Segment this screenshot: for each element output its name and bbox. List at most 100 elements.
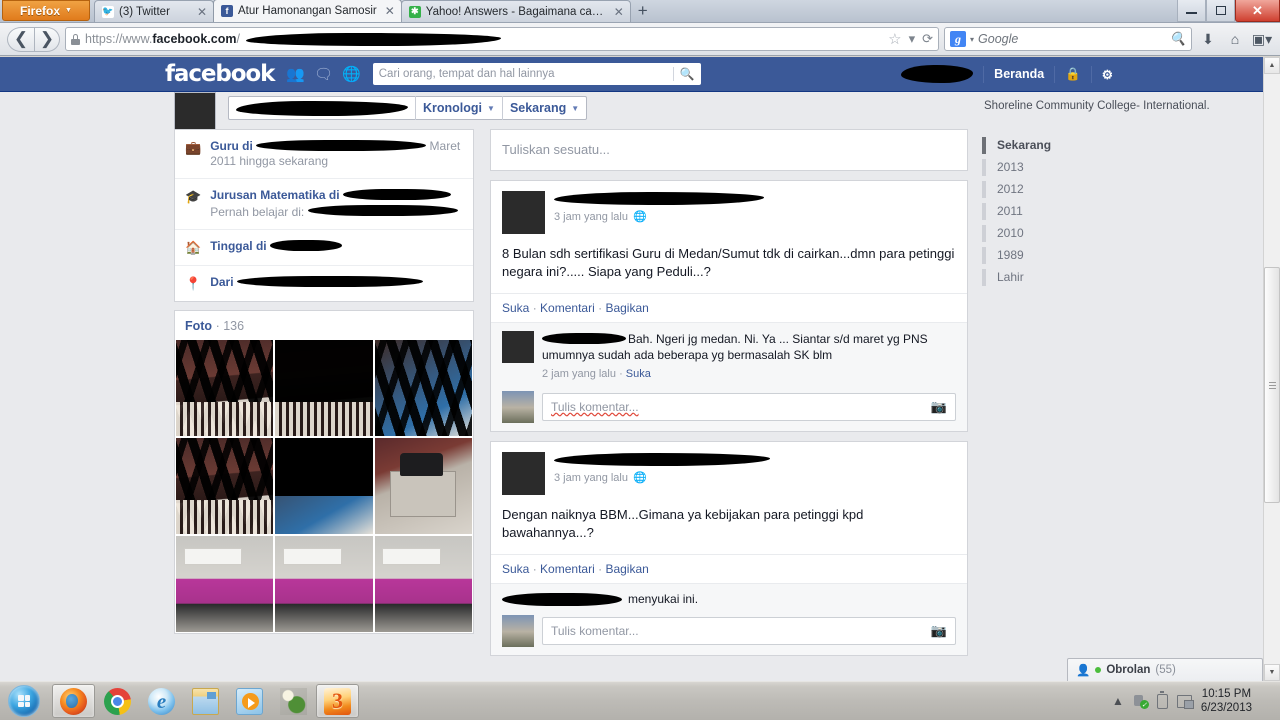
photos-header[interactable]: Foto · 136 xyxy=(175,311,473,340)
taskbar-item-firefox[interactable] xyxy=(52,684,95,718)
info-row-from[interactable]: 📍 Dari xyxy=(175,266,473,301)
comment-like-link[interactable]: Suka xyxy=(626,368,651,380)
photo-thumbnail[interactable] xyxy=(275,536,373,632)
page-scrollbar[interactable]: ▲ ▼ xyxy=(1263,57,1280,681)
redacted-liker-name[interactable] xyxy=(502,592,622,606)
redacted-author-name[interactable] xyxy=(554,453,770,466)
post-composer[interactable]: Tuliskan sesuatu... xyxy=(490,129,968,171)
year-item-2012[interactable]: 2012 xyxy=(978,178,1263,200)
info-row-lives-in[interactable]: 🏠 Tinggal di xyxy=(175,230,473,266)
restore-button[interactable] xyxy=(1206,0,1235,22)
reload-icon[interactable]: ⟳ xyxy=(922,31,933,47)
scroll-down-button[interactable]: ▼ xyxy=(1264,664,1280,681)
firefox-menu-button[interactable]: Firefox ▼ xyxy=(2,0,90,21)
start-button[interactable] xyxy=(2,683,46,719)
taskbar-item-flower-app[interactable] xyxy=(272,684,315,718)
browser-tab-facebook[interactable]: f Atur Hamonangan Samosir ✕ xyxy=(213,0,402,22)
photo-thumbnail[interactable] xyxy=(275,438,373,534)
search-icon[interactable]: 🔍 xyxy=(1170,31,1186,47)
close-icon[interactable]: ✕ xyxy=(611,5,624,19)
bookmark-star-icon[interactable]: ☆ xyxy=(888,30,901,48)
display-icon[interactable] xyxy=(1176,694,1194,709)
show-hidden-icons-icon[interactable]: ▲ xyxy=(1112,694,1124,708)
notifications-icon[interactable]: 🌐 xyxy=(342,65,361,83)
year-item-2010[interactable]: 2010 xyxy=(978,222,1263,244)
gear-icon[interactable]: ⚙ xyxy=(1102,67,1113,82)
facebook-search-input[interactable]: Cari orang, tempat dan hal lainnya 🔍 xyxy=(372,63,701,85)
home-icon[interactable]: ⌂ xyxy=(1224,31,1246,47)
camera-icon[interactable]: 📷 xyxy=(931,399,947,415)
scrollbar-thumb[interactable] xyxy=(1264,267,1280,503)
avatar[interactable] xyxy=(502,452,545,495)
browser-tab-twitter[interactable]: 🐦 (3) Twitter ✕ xyxy=(94,0,214,22)
taskbar-item-three-app[interactable] xyxy=(316,684,359,718)
close-window-button[interactable]: ✕ xyxy=(1235,0,1280,22)
info-row-education[interactable]: 🎓 Jurusan Matematika di Pernah belajar d… xyxy=(175,179,473,230)
taskbar-item-internet-explorer[interactable] xyxy=(140,684,183,718)
google-icon[interactable]: g xyxy=(950,31,966,47)
facebook-logo[interactable]: facebook xyxy=(165,61,275,87)
redacted-profile-name[interactable] xyxy=(236,100,408,116)
photo-thumbnail[interactable] xyxy=(176,340,274,436)
year-item-2011[interactable]: 2011 xyxy=(978,200,1263,222)
new-tab-button[interactable]: + xyxy=(630,1,656,22)
comment-link[interactable]: Komentari xyxy=(540,562,595,576)
address-bar[interactable]: https://www.facebook.com/ ☆ ▾ ⟳ xyxy=(65,27,939,51)
downloads-icon[interactable]: ⬇ xyxy=(1197,31,1219,48)
photo-thumbnail[interactable] xyxy=(275,340,373,436)
avatar[interactable] xyxy=(502,331,534,363)
year-item-sekarang[interactable]: Sekarang xyxy=(978,134,1263,156)
photo-thumbnail[interactable] xyxy=(176,536,274,632)
redacted-user-name[interactable] xyxy=(901,65,974,83)
bookmarks-icon[interactable]: ▣▾ xyxy=(1251,31,1273,48)
back-button[interactable]: ❮ xyxy=(7,26,35,52)
chevron-down-icon[interactable]: ▾ xyxy=(970,35,974,44)
timeline-dropdown[interactable]: Kronologi ▼ xyxy=(415,96,502,120)
privacy-lock-icon[interactable]: 🔒 xyxy=(1065,67,1081,82)
like-link[interactable]: Suka xyxy=(502,301,529,315)
redacted-commenter-name[interactable] xyxy=(542,333,626,344)
now-dropdown[interactable]: Sekarang ▼ xyxy=(501,96,586,120)
home-link[interactable]: Beranda xyxy=(994,67,1044,81)
profile-avatar[interactable] xyxy=(174,92,216,134)
year-item-1989[interactable]: 1989 xyxy=(978,244,1263,266)
taskbar-item-file-explorer[interactable] xyxy=(184,684,227,718)
like-link[interactable]: Suka xyxy=(502,562,529,576)
photo-thumbnail[interactable] xyxy=(374,340,472,436)
chat-count: (55) xyxy=(1155,664,1176,676)
share-link[interactable]: Bagikan xyxy=(605,562,648,576)
redacted-author-name[interactable] xyxy=(554,192,764,205)
firefox-icon xyxy=(60,687,87,715)
photo-thumbnail[interactable] xyxy=(374,438,472,534)
browser-tab-yahoo[interactable]: ✱ Yahoo! Answers - Bagaimana cara m... ✕ xyxy=(400,0,631,22)
camera-icon[interactable]: 📷 xyxy=(931,623,947,639)
friend-requests-icon[interactable]: 👥 xyxy=(286,65,305,83)
comment-input[interactable]: Tulis komentar... 📷 xyxy=(542,393,956,421)
clock[interactable]: 10:15 PM 6/23/2013 xyxy=(1201,687,1256,715)
public-globe-icon: 🌐 xyxy=(633,211,647,223)
search-icon[interactable]: 🔍 xyxy=(672,67,695,81)
forward-button[interactable]: ❯ xyxy=(34,26,60,52)
taskbar-item-chrome[interactable] xyxy=(96,684,139,718)
share-link[interactable]: Bagikan xyxy=(605,301,648,315)
messages-icon[interactable]: 🗨 xyxy=(314,65,333,83)
chat-bar[interactable]: 👤 Obrolan (55) xyxy=(1067,658,1263,681)
comment-input[interactable]: Tulis komentar... 📷 xyxy=(542,617,956,645)
minimize-button[interactable] xyxy=(1177,0,1206,22)
photo-thumbnail[interactable] xyxy=(374,536,472,632)
close-icon[interactable]: ✕ xyxy=(382,4,395,18)
year-item-2013[interactable]: 2013 xyxy=(978,156,1263,178)
avatar[interactable] xyxy=(502,191,545,234)
photo-thumbnail[interactable] xyxy=(176,438,274,534)
scroll-up-button[interactable]: ▲ xyxy=(1264,57,1280,74)
comment-link[interactable]: Komentari xyxy=(540,301,595,315)
search-input[interactable]: g ▾ Google 🔍 xyxy=(944,27,1192,51)
battery-icon[interactable] xyxy=(1156,690,1168,709)
year-label: Sekarang xyxy=(997,138,1052,152)
info-row-work[interactable]: 💼 Guru di Maret 2011 hingga sekarang xyxy=(175,130,473,179)
taskbar-item-media-player[interactable] xyxy=(228,684,271,718)
year-item-lahir[interactable]: Lahir xyxy=(978,266,1263,288)
chevron-down-icon[interactable]: ▾ xyxy=(909,31,916,47)
network-icon[interactable]: ✓ xyxy=(1133,694,1149,709)
close-icon[interactable]: ✕ xyxy=(194,5,207,19)
